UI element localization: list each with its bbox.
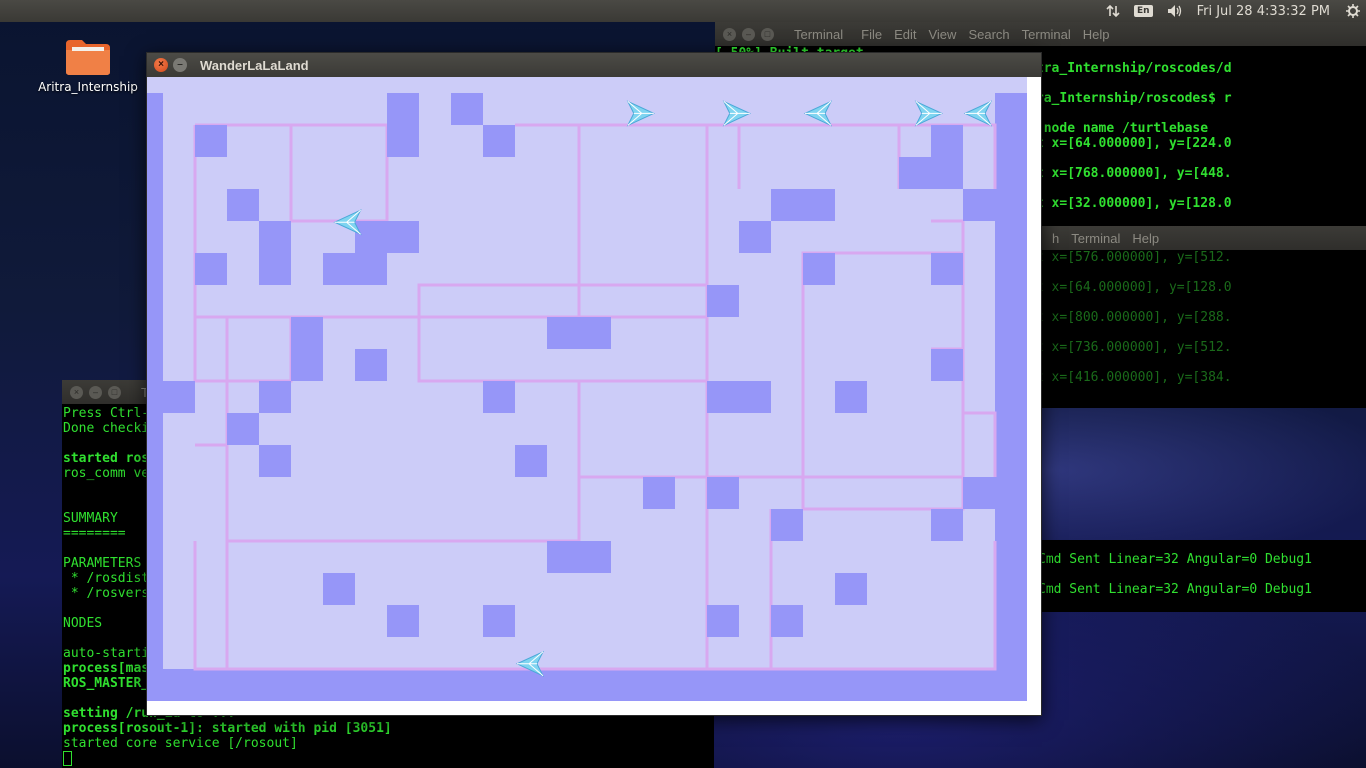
obstacle-block	[227, 189, 259, 221]
menu-edit[interactable]: Edit	[894, 27, 916, 42]
obstacle-block	[387, 221, 419, 253]
obstacle-block	[931, 509, 963, 541]
obstacle-block	[259, 253, 291, 285]
obstacle-block	[355, 349, 387, 381]
minimize-icon[interactable]: –	[742, 27, 755, 41]
obstacle-block	[707, 285, 739, 317]
simulator-canvas[interactable]	[147, 77, 1041, 715]
obstacle-block	[931, 349, 963, 381]
menu-terminal[interactable]: Terminal	[1071, 231, 1120, 246]
obstacle-block	[803, 189, 835, 221]
menu-file[interactable]: File	[861, 27, 882, 42]
obstacle-block	[259, 381, 291, 413]
menu-terminal[interactable]: Terminal	[1022, 27, 1071, 42]
terminal-line: started core service [/rosout]	[63, 736, 298, 751]
obstacle-block	[387, 605, 419, 637]
keyboard-layout-indicator[interactable]: En	[1134, 5, 1153, 17]
obstacle-block	[451, 93, 483, 125]
obstacle-block	[323, 253, 355, 285]
obstacle-block	[771, 189, 803, 221]
obstacle-block	[835, 381, 867, 413]
obstacle-block	[323, 573, 355, 605]
close-icon[interactable]: ×	[70, 385, 83, 399]
obstacle-block	[195, 253, 227, 285]
obstacle-block	[739, 221, 771, 253]
obstacle-block	[707, 381, 739, 413]
obstacle-block	[483, 605, 515, 637]
obstacle-block	[355, 221, 387, 253]
obstacle-block	[163, 381, 195, 413]
obstacle-block	[931, 253, 963, 285]
obstacle-block	[771, 509, 803, 541]
minimize-icon[interactable]: –	[89, 385, 102, 399]
arena-top-strip	[147, 77, 1027, 93]
obstacle-block	[771, 605, 803, 637]
menu-h[interactable]: h	[1052, 231, 1059, 246]
top-panel: En Fri Jul 28 4:33:32 PM	[0, 0, 1366, 22]
settings-gear-icon[interactable]	[1346, 4, 1360, 18]
obstacle-block	[547, 541, 579, 573]
obstacle-block	[739, 381, 771, 413]
close-icon[interactable]: ×	[723, 27, 736, 41]
obstacle-block	[515, 445, 547, 477]
obstacle-block	[387, 93, 419, 125]
folder-label: Aritra_Internship	[38, 80, 138, 94]
minimize-icon[interactable]: –	[173, 58, 187, 72]
terminal-window-cmd[interactable]: Cmd Sent Linear=32 Angular=0 Debug1 Cmd …	[1030, 540, 1366, 612]
obstacle-block	[643, 477, 675, 509]
obstacle-block	[707, 477, 739, 509]
simulator-window[interactable]: × – WanderLaLaLand	[146, 52, 1042, 716]
obstacle-block	[707, 605, 739, 637]
folder-icon	[66, 40, 110, 75]
desktop-folder[interactable]: Aritra_Internship	[30, 38, 146, 100]
close-icon[interactable]: ×	[154, 58, 168, 72]
obstacle-block	[963, 189, 995, 221]
menu-help[interactable]: Help	[1083, 27, 1110, 42]
obstacle-block	[931, 157, 963, 189]
terminal-cursor	[63, 751, 72, 766]
network-icon[interactable]	[1106, 4, 1120, 18]
volume-icon[interactable]	[1167, 4, 1183, 18]
obstacle-block	[195, 125, 227, 157]
obstacle-block	[835, 573, 867, 605]
terminal-cmd-output: Cmd Sent Linear=32 Angular=0 Debug1 Cmd …	[1038, 552, 1312, 597]
obstacle-block	[931, 125, 963, 157]
menu-view[interactable]: View	[928, 27, 956, 42]
terminal-titlebar[interactable]: × – □ Terminal File Edit View Search Termina…	[715, 22, 1366, 46]
keyboard-layout-label: En	[1134, 5, 1153, 17]
obstacle-block	[291, 317, 323, 349]
maximize-icon[interactable]: □	[108, 385, 121, 399]
obstacle-block	[483, 381, 515, 413]
obstacle-block	[483, 125, 515, 157]
obstacle-block	[899, 157, 931, 189]
obstacle-block	[547, 317, 579, 349]
obstacle-block	[803, 253, 835, 285]
obstacle-block	[291, 349, 323, 381]
terminal-menubar-secondary: h Terminal Help	[1052, 231, 1159, 246]
terminal-line: process[rosout-1]: started with pid [305…	[63, 721, 392, 736]
obstacle-block	[227, 413, 259, 445]
terminal-title: Terminal	[794, 26, 844, 42]
simulator-titlebar[interactable]: × – WanderLaLaLand	[147, 53, 1041, 77]
obstacle-block	[259, 221, 291, 253]
menu-help[interactable]: Help	[1132, 231, 1159, 246]
clock[interactable]: Fri Jul 28 4:33:32 PM	[1197, 4, 1330, 19]
obstacle-block	[579, 541, 611, 573]
simulator-title: WanderLaLaLand	[200, 57, 309, 73]
terminal-menubar: File Edit View Search Terminal Help	[861, 27, 1109, 42]
obstacle-block	[387, 125, 419, 157]
obstacle-block	[259, 445, 291, 477]
obstacle-block	[963, 477, 995, 509]
menu-search[interactable]: Search	[968, 27, 1009, 42]
obstacle-block	[579, 317, 611, 349]
obstacle-block	[355, 253, 387, 285]
maximize-icon[interactable]: □	[761, 27, 774, 41]
